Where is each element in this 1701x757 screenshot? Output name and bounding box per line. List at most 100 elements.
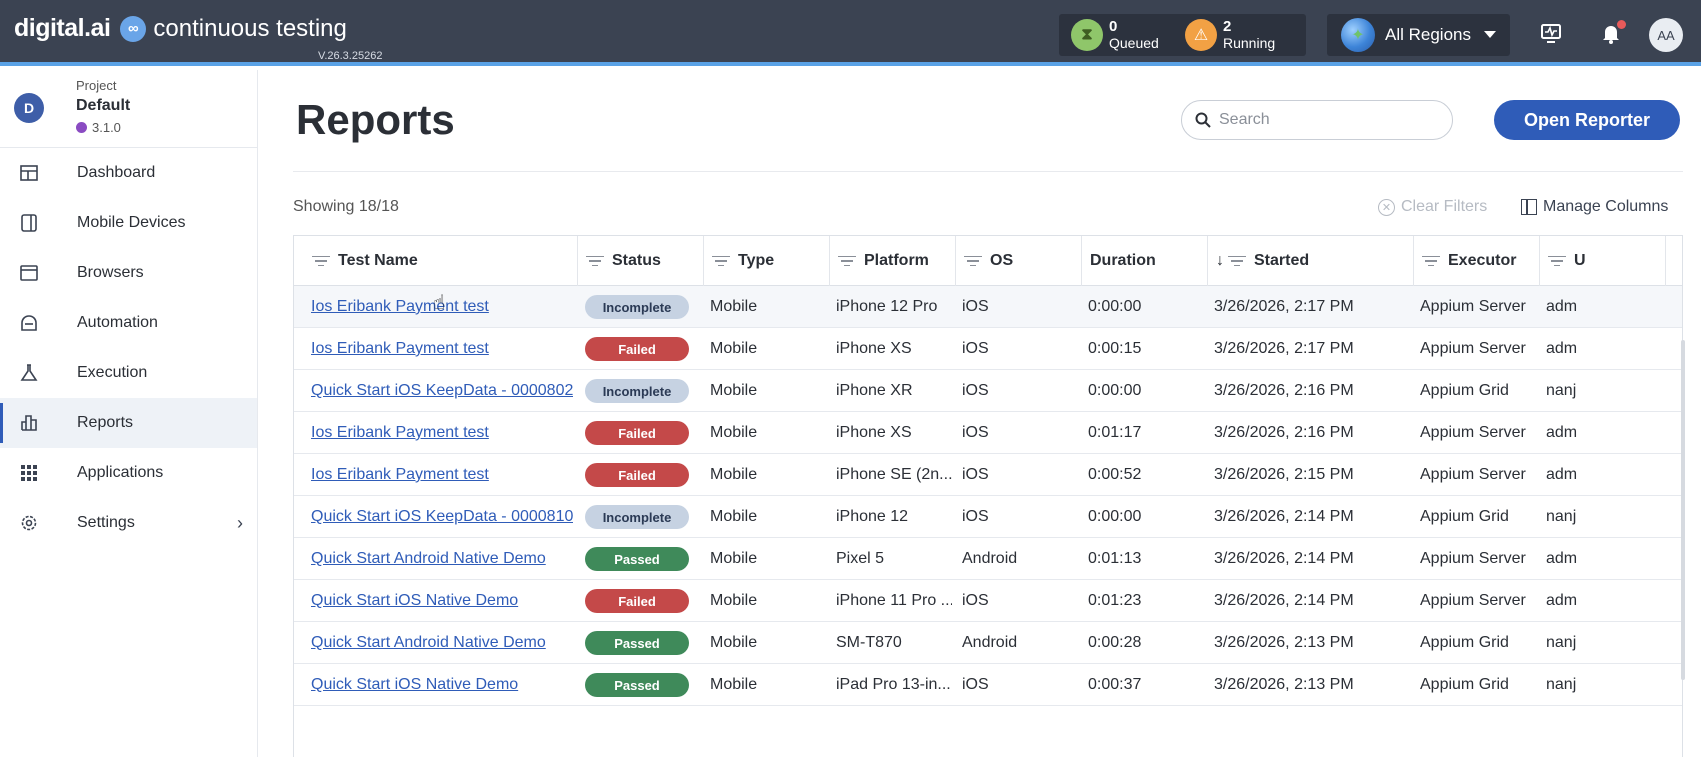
execution-status[interactable]: ⧗ 0 Queued ⚠ 2 Running: [1059, 14, 1306, 56]
cell-executor: Appium Grid: [1420, 370, 1536, 412]
test-name-link[interactable]: Ios Eribank Payment test: [311, 340, 489, 358]
column-header-test-name[interactable]: Test Name: [294, 236, 578, 286]
sort-desc-icon[interactable]: ↓: [1216, 252, 1224, 270]
column-header-started[interactable]: ↓ Started: [1208, 236, 1414, 286]
chevron-right-icon: ›: [237, 512, 243, 533]
started-value: 3/26/2026, 2:17 PM: [1214, 340, 1354, 357]
cell-user: nanj: [1546, 664, 1606, 706]
duration-value: 0:01:23: [1088, 592, 1142, 609]
queued-status[interactable]: ⧗ 0 Queued: [1071, 19, 1159, 51]
filter-icon[interactable]: [1422, 255, 1440, 267]
table-row[interactable]: Quick Start iOS Native Demo Failed Mobile i…: [294, 580, 1682, 622]
user-value: adm: [1546, 424, 1578, 441]
executor-value: Appium Server: [1420, 466, 1526, 483]
sidebar-item-dashboard[interactable]: Dashboard: [0, 148, 257, 198]
column-header-os[interactable]: OS: [956, 236, 1082, 286]
cell-os: iOS: [962, 412, 1078, 454]
search-box[interactable]: [1181, 100, 1453, 140]
column-label: Platform: [864, 252, 929, 269]
executor-value: Appium Grid: [1420, 676, 1509, 693]
test-name-link[interactable]: Ios Eribank Payment test: [311, 424, 489, 442]
test-name-link[interactable]: Quick Start Android Native Demo: [311, 550, 546, 568]
column-header-duration[interactable]: Duration: [1082, 236, 1208, 286]
test-name-link[interactable]: Quick Start iOS KeepData - 0000810...: [311, 508, 573, 526]
sidebar-item-browsers[interactable]: Browsers: [0, 248, 257, 298]
table-row[interactable]: Quick Start iOS KeepData - 0000810... Inc…: [294, 496, 1682, 538]
product-name: continuous testing: [153, 14, 347, 42]
platform-value: iPhone SE (2n...: [836, 466, 952, 483]
type-value: Mobile: [710, 298, 758, 315]
region-selector[interactable]: ✦ All Regions: [1327, 14, 1510, 56]
user-value: nanj: [1546, 508, 1577, 525]
project-selector[interactable]: D Project Default 3.1.0: [0, 70, 257, 148]
test-name-link[interactable]: Ios Eribank Payment test: [311, 466, 489, 484]
column-label: Executor: [1448, 252, 1517, 269]
cell-type: Mobile: [710, 580, 826, 622]
cell-type: Mobile: [710, 328, 826, 370]
column-header-type[interactable]: Type: [704, 236, 830, 286]
test-name-link[interactable]: Ios Eribank Payment test: [311, 298, 489, 316]
sidebar-item-label: Browsers: [77, 264, 144, 281]
cell-status: Failed: [585, 412, 700, 454]
infinity-icon: ∞: [120, 15, 147, 42]
open-reporter-button[interactable]: Open Reporter: [1494, 100, 1680, 140]
table-row[interactable]: Quick Start iOS KeepData - 0000802... Inc…: [294, 370, 1682, 412]
table-row[interactable]: Ios Eribank Payment test Failed Mobile iPho…: [294, 454, 1682, 496]
running-status[interactable]: ⚠ 2 Running: [1185, 19, 1275, 51]
os-value: iOS: [962, 508, 989, 525]
filter-icon[interactable]: [712, 255, 730, 267]
filter-icon[interactable]: [586, 255, 604, 267]
manage-columns-button[interactable]: Manage Columns: [1521, 198, 1668, 216]
test-name-link[interactable]: Quick Start iOS Native Demo: [311, 592, 518, 610]
monitor-icon[interactable]: [1540, 22, 1562, 44]
cell-status: Passed: [585, 622, 700, 664]
clear-icon: ✕: [1378, 198, 1395, 216]
started-value: 3/26/2026, 2:13 PM: [1214, 634, 1354, 651]
column-header-platform[interactable]: Platform: [830, 236, 956, 286]
table-row[interactable]: Ios Eribank Payment test Failed Mobile iPho…: [294, 328, 1682, 370]
version-icon: [76, 122, 87, 133]
table-row[interactable]: Ios Eribank Payment test Failed Mobile iPho…: [294, 412, 1682, 454]
sidebar-item-automation[interactable]: Automation: [0, 298, 257, 348]
column-header-user[interactable]: U: [1540, 236, 1666, 286]
cell-name: Quick Start iOS KeepData - 0000810...: [311, 496, 573, 538]
sidebar-item-applications[interactable]: Applications: [0, 448, 257, 498]
cell-name: Quick Start iOS Native Demo: [311, 580, 573, 622]
table-row[interactable]: Quick Start iOS Native Demo Passed Mobile i…: [294, 664, 1682, 706]
table-row[interactable]: Quick Start Android Native Demo Passed Mob…: [294, 622, 1682, 664]
user-value: adm: [1546, 466, 1578, 483]
cell-os: iOS: [962, 580, 1078, 622]
sidebar-item-reports[interactable]: Reports: [0, 398, 257, 448]
sidebar-item-label: Reports: [77, 414, 134, 431]
cell-duration: 0:00:15: [1088, 328, 1204, 370]
table-scrollbar[interactable]: [1681, 340, 1685, 680]
column-header-executor[interactable]: Executor: [1414, 236, 1540, 286]
user-value: adm: [1546, 298, 1578, 315]
sidebar-item-execution[interactable]: Execution: [0, 348, 257, 398]
cell-started: 3/26/2026, 2:17 PM: [1214, 328, 1410, 370]
filter-icon[interactable]: [312, 255, 330, 267]
search-input[interactable]: [1219, 111, 1419, 129]
column-header-status[interactable]: Status: [578, 236, 704, 286]
executor-value: Appium Server: [1420, 592, 1526, 609]
cell-executor: Appium Grid: [1420, 496, 1536, 538]
flask-icon: ⚠: [1185, 19, 1217, 51]
user-avatar[interactable]: AA: [1649, 18, 1683, 52]
filter-icon[interactable]: [1548, 255, 1566, 267]
filter-icon[interactable]: [1228, 255, 1246, 267]
mobile-icon: [21, 214, 37, 232]
table-row[interactable]: Quick Start Android Native Demo Passed Mob…: [294, 538, 1682, 580]
test-name-link[interactable]: Quick Start iOS Native Demo: [311, 676, 518, 694]
sidebar-item-mobile-devices[interactable]: Mobile Devices: [0, 198, 257, 248]
test-name-link[interactable]: Quick Start Android Native Demo: [311, 634, 546, 652]
cell-started: 3/26/2026, 2:13 PM: [1214, 664, 1410, 706]
cell-executor: Appium Grid: [1420, 622, 1536, 664]
filter-icon[interactable]: [838, 255, 856, 267]
filter-icon[interactable]: [964, 255, 982, 267]
reports-table: Test Name Status Type Platform OS Durati…: [293, 235, 1683, 757]
brand-logo[interactable]: digital.ai ∞ continuous testing: [14, 14, 347, 43]
clear-filters-button[interactable]: ✕ Clear Filters: [1378, 198, 1487, 216]
table-row[interactable]: Ios Eribank Payment test Incomplete Mobile…: [294, 286, 1682, 328]
test-name-link[interactable]: Quick Start iOS KeepData - 0000802...: [311, 382, 573, 400]
sidebar-item-settings[interactable]: Settings ›: [0, 498, 257, 548]
